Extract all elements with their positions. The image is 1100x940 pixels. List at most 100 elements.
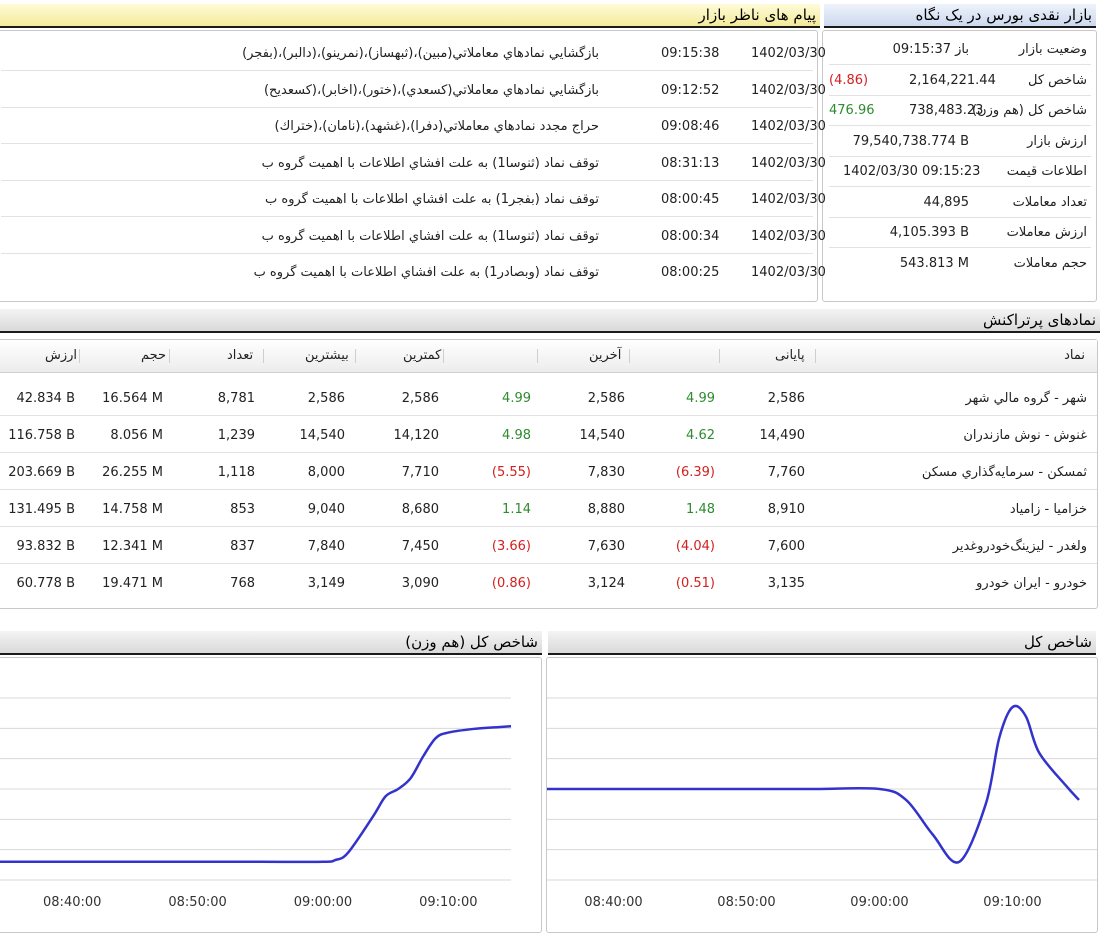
overview-value: 1402/03/30 09:15:23 bbox=[843, 164, 981, 179]
col-separator bbox=[169, 349, 170, 363]
symbol-close-change: 4.62 bbox=[686, 428, 715, 443]
symbol-last-change: 4.99 bbox=[502, 391, 531, 406]
col-high[interactable]: بیشترین bbox=[305, 348, 349, 363]
message-text: توقف نماد (ثنوسا1) به علت افشاي اطلاعات … bbox=[261, 228, 599, 244]
symbol-name[interactable]: شهر - گروه مالي شهر bbox=[965, 391, 1087, 406]
message-date: 1402/03/30 bbox=[751, 155, 826, 171]
symbol-count: 853 bbox=[230, 502, 255, 517]
col-separator bbox=[537, 349, 538, 363]
symbol-last: 14,540 bbox=[579, 428, 626, 443]
message-date: 1402/03/30 bbox=[751, 265, 826, 280]
message-row[interactable]: 1402/03/30 08:00:45 توقف نماد (بفجر1) به ع… bbox=[1, 181, 826, 217]
symbol-value: 131.495 B bbox=[8, 502, 75, 517]
symbol-last-change: 1.14 bbox=[502, 502, 531, 517]
overview-change: 476.96 bbox=[829, 103, 875, 118]
message-row[interactable]: 1402/03/30 08:00:25 توقف نماد (وبصادر1) به… bbox=[1, 254, 826, 290]
message-text: بازگشايي نمادهاي معاملاتي(مبين)،(ثبهساز)… bbox=[242, 46, 599, 61]
messages-title: پیام های ناظر بازار bbox=[698, 6, 816, 24]
col-last[interactable]: آخرین bbox=[589, 348, 621, 363]
symbol-row[interactable]: خودرو - ايران خودرو 3,135 (0.51) 3,124 (0.86… bbox=[0, 565, 1097, 601]
symbol-row[interactable]: خزاميا - زامياد 8,910 1.48 8,880 1.14 8,680 9,… bbox=[0, 491, 1097, 527]
overview-label: اطلاعات قیمت bbox=[1006, 164, 1087, 179]
symbol-last: 7,630 bbox=[587, 539, 625, 554]
symbol-row[interactable]: ولغدر - ليزينگ‌خودروغدير 7,600 (4.04) 7,630… bbox=[0, 528, 1097, 564]
symbol-value: 93.832 B bbox=[16, 539, 75, 554]
chart-main-index-panel: 08:40:00 08:50:00 09:00:00 09:10:00 bbox=[546, 657, 1098, 933]
symbol-low: 2,586 bbox=[401, 391, 439, 406]
symbol-count: 837 bbox=[230, 539, 255, 554]
symbol-high: 14,540 bbox=[299, 428, 346, 443]
message-time: 09:08:46 bbox=[661, 119, 720, 134]
symbol-close-change: (4.04) bbox=[675, 539, 715, 554]
col-value[interactable]: ارزش bbox=[45, 348, 77, 363]
symbol-volume: 16.564 M bbox=[102, 391, 163, 406]
message-row[interactable]: 1402/03/30 09:12:52 بازگشايي نمادهاي معامل… bbox=[1, 72, 826, 108]
symbol-name[interactable]: خزاميا - زامياد bbox=[1010, 502, 1087, 517]
symbol-low: 3,090 bbox=[401, 576, 439, 591]
message-row[interactable]: 1402/03/30 08:00:34 توقف نماد (ثنوسا1) به … bbox=[1, 218, 826, 254]
messages-header: پیام های ناظر بازار bbox=[0, 4, 820, 28]
message-row[interactable]: 1402/03/30 09:08:46 حراج مجدد نمادهاي معام… bbox=[1, 108, 826, 144]
symbol-high: 9,040 bbox=[307, 502, 345, 517]
overview-change: (4.86) bbox=[829, 72, 869, 88]
symbol-value: 42.834 B bbox=[16, 391, 75, 406]
col-separator bbox=[79, 349, 80, 363]
overview-label: ارزش معاملات bbox=[1006, 225, 1087, 240]
symbol-high: 8,000 bbox=[307, 465, 345, 480]
col-symbol[interactable]: نماد bbox=[1064, 348, 1085, 363]
symbol-name[interactable]: ولغدر - ليزينگ‌خودروغدير bbox=[953, 539, 1087, 554]
symbol-name[interactable]: غنوش - نوش مازندران bbox=[963, 428, 1087, 443]
message-date: 1402/03/30 bbox=[751, 192, 826, 207]
overview-row: تعداد معاملات 44,895 bbox=[829, 188, 1091, 218]
chart-equal-weight-header: شاخص کل (هم وزن) bbox=[0, 631, 542, 655]
symbol-close-change: 1.48 bbox=[686, 502, 715, 517]
message-time: 09:15:38 bbox=[661, 46, 720, 61]
chart-equal-weight: 08:40:00 08:50:00 09:00:00 09:10:00 bbox=[0, 697, 512, 910]
symbol-name[interactable]: ثمسكن - سرمايه‌گذاري مسكن bbox=[922, 465, 1087, 480]
col-count[interactable]: تعداد bbox=[227, 348, 253, 363]
message-date: 1402/03/30 bbox=[751, 82, 826, 98]
overview-label: شاخص کل (هم وزن) bbox=[971, 103, 1087, 118]
col-separator bbox=[443, 349, 444, 363]
chart-equal-weight-panel: 08:40:00 08:50:00 09:00:00 09:10:00 bbox=[0, 657, 542, 933]
symbol-close: 14,490 bbox=[759, 428, 806, 443]
chart-main-index-title: شاخص کل bbox=[1023, 633, 1092, 651]
overview-label: وضعیت بازار bbox=[1018, 42, 1087, 57]
symbol-row[interactable]: شهر - گروه مالي شهر 2,586 4.99 2,586 4.99 2,5… bbox=[0, 380, 1097, 416]
symbol-low: 8,680 bbox=[401, 502, 439, 517]
symbols-table-header: نماد پایانی آخرین کمترین بیشترین تعداد ح… bbox=[0, 340, 1097, 373]
message-time: 09:12:52 bbox=[661, 82, 720, 98]
col-volume[interactable]: حجم bbox=[141, 348, 166, 363]
symbol-close: 2,586 bbox=[767, 391, 805, 406]
overview-row: شاخص کل (هم وزن) 738,483.23 476.96 bbox=[829, 96, 1091, 126]
col-low[interactable]: کمترین bbox=[403, 348, 441, 363]
overview-row: وضعیت بازار باز 09:15:37 bbox=[829, 35, 1091, 65]
symbol-last: 7,830 bbox=[587, 465, 625, 480]
chart-main-index: 08:40:00 08:50:00 09:00:00 09:10:00 bbox=[547, 697, 1097, 910]
overview-value: 543.813 M bbox=[899, 255, 969, 271]
symbol-row[interactable]: ثمسكن - سرمايه‌گذاري مسكن 7,760 (6.39) 7,83… bbox=[0, 454, 1097, 490]
symbol-high: 3,149 bbox=[307, 576, 345, 591]
col-separator bbox=[719, 349, 720, 363]
message-time: 08:00:25 bbox=[661, 265, 720, 280]
col-close[interactable]: پایانی bbox=[775, 348, 805, 363]
overview-header: بازار نقدی بورس در یک نگاه bbox=[824, 4, 1096, 28]
message-row[interactable]: 1402/03/30 08:31:13 توقف نماد (ثنوسا1) به … bbox=[1, 145, 826, 181]
symbol-volume: 8.056 M bbox=[110, 428, 163, 443]
overview-value: 44,895 bbox=[923, 194, 970, 210]
symbol-volume: 26.255 M bbox=[102, 465, 163, 480]
overview-label: تعداد معاملات bbox=[1012, 194, 1087, 210]
message-text: توقف نماد (ثنوسا1) به علت افشاي اطلاعات … bbox=[261, 155, 599, 171]
overview-value: 79,540,738.774 B bbox=[852, 133, 969, 149]
symbol-close-change: (6.39) bbox=[675, 465, 715, 480]
symbol-count: 1,118 bbox=[217, 465, 255, 480]
symbols-title: نمادهای پرتراکنش bbox=[983, 311, 1096, 329]
symbol-name[interactable]: خودرو - ايران خودرو bbox=[976, 576, 1087, 591]
overview-label: شاخص کل bbox=[1028, 72, 1087, 88]
x-tick-label: 08:50:00 bbox=[168, 895, 226, 910]
col-separator bbox=[263, 349, 264, 363]
symbol-row[interactable]: غنوش - نوش مازندران 14,490 4.62 14,540 4.98 1… bbox=[0, 417, 1097, 453]
overview-row: ارزش معاملات 4,105.393 B bbox=[829, 218, 1091, 248]
message-row[interactable]: 1402/03/30 09:15:38 بازگشايي نمادهاي معامل… bbox=[1, 35, 826, 71]
symbol-value: 60.778 B bbox=[16, 576, 75, 591]
